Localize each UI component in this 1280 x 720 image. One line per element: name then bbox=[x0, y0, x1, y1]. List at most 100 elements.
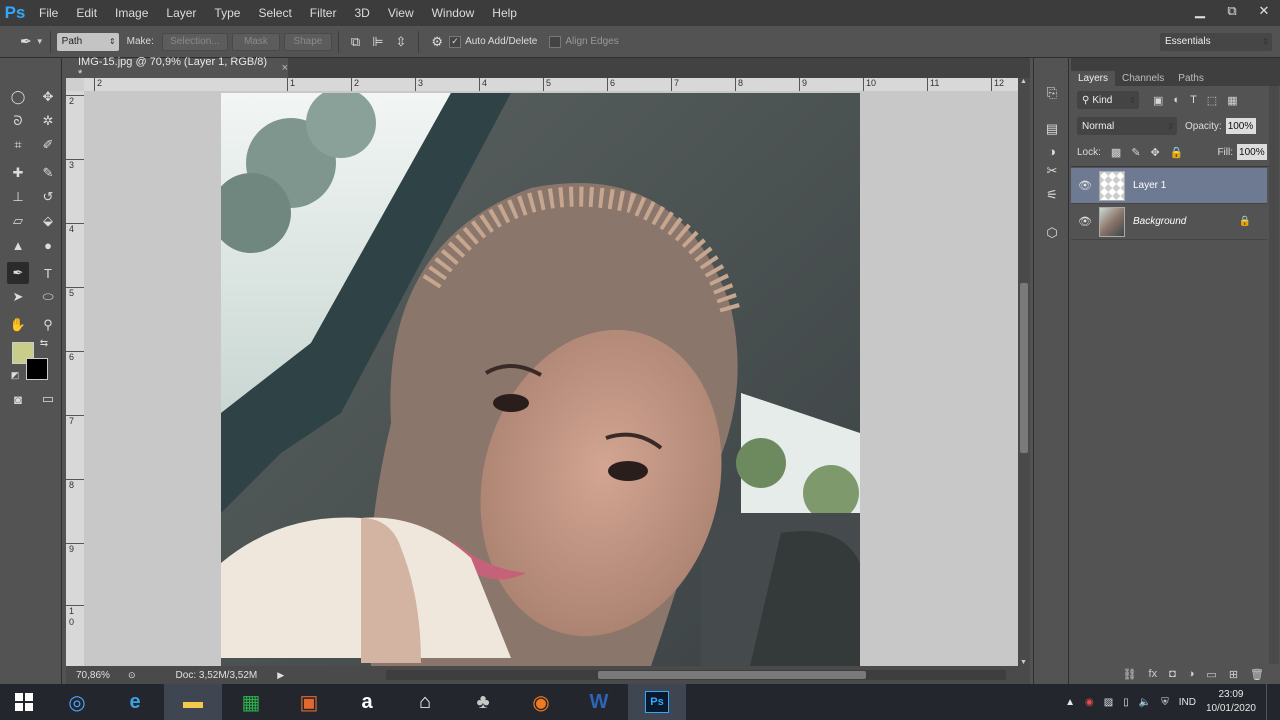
close-window-button[interactable]: ✕ bbox=[1248, 0, 1280, 22]
taskbar-internet-explorer-icon[interactable]: e bbox=[106, 684, 164, 720]
taskbar-firefox-icon[interactable]: ◉ bbox=[512, 684, 570, 720]
layer-row-background[interactable]: 👁 Background 🔒 bbox=[1071, 204, 1267, 240]
network-icon[interactable]: ▨ bbox=[1104, 697, 1113, 708]
lock-position-icon[interactable]: ✥ bbox=[1151, 146, 1160, 159]
horizontal-scroll-thumb[interactable] bbox=[598, 671, 866, 679]
menu-edit[interactable]: Edit bbox=[67, 6, 106, 20]
auto-add-delete-checkbox[interactable]: ✓ bbox=[449, 35, 462, 48]
filter-smart-object-icon[interactable]: ▦ bbox=[1227, 94, 1237, 107]
menu-image[interactable]: Image bbox=[106, 6, 157, 20]
adjustments-panel-icon[interactable]: ◑ bbox=[1041, 140, 1063, 162]
delete-layer-icon[interactable]: 🗑 bbox=[1250, 668, 1264, 681]
background-color-swatch[interactable] bbox=[26, 358, 48, 380]
visibility-eye-icon[interactable]: 👁 bbox=[1071, 215, 1099, 228]
path-alignment-icon[interactable]: ⊫ bbox=[372, 34, 383, 50]
menu-select[interactable]: Select bbox=[249, 6, 300, 20]
taskbar-home-icon[interactable]: ⌂ bbox=[396, 684, 454, 720]
filter-type-icon[interactable]: T bbox=[1190, 94, 1197, 106]
tab-channels[interactable]: Channels bbox=[1115, 71, 1171, 86]
clone-source-panel-icon[interactable]: ⚟ bbox=[1041, 184, 1063, 206]
marquee-tool-icon[interactable]: ◯ bbox=[7, 86, 29, 108]
document-tab[interactable]: IMG-15.jpg @ 70,9% (Layer 1, RGB/8) * × bbox=[66, 56, 288, 80]
new-layer-icon[interactable]: ⊞ bbox=[1229, 668, 1238, 681]
type-tool-icon[interactable]: T bbox=[37, 262, 59, 284]
menu-help[interactable]: Help bbox=[483, 6, 526, 20]
vertical-scrollbar[interactable]: ▲ ▼ bbox=[1018, 78, 1030, 666]
layers-scrollbar[interactable] bbox=[1269, 86, 1279, 664]
layer-style-icon[interactable]: fx bbox=[1149, 668, 1158, 680]
taskbar-powerpoint-icon[interactable]: ▣ bbox=[280, 684, 338, 720]
menu-filter[interactable]: Filter bbox=[301, 6, 346, 20]
taskbar-word-icon[interactable]: W bbox=[570, 684, 628, 720]
workspace-select[interactable]: Essentials bbox=[1160, 32, 1272, 51]
taskbar-photoshop-icon[interactable]: Ps bbox=[628, 684, 686, 720]
notifications-icon[interactable] bbox=[1266, 684, 1270, 720]
tab-layers[interactable]: Layers bbox=[1071, 71, 1116, 86]
filter-shape-icon[interactable]: ⬚ bbox=[1207, 94, 1217, 107]
eraser-tool-icon[interactable]: ▱ bbox=[7, 210, 29, 232]
layer-filter-select[interactable]: ⚲ Kind bbox=[1077, 91, 1139, 109]
export-icon[interactable]: ⊙ bbox=[128, 670, 136, 681]
history-brush-tool-icon[interactable]: ↺ bbox=[37, 186, 59, 208]
hand-tool-icon[interactable]: ✋ bbox=[7, 314, 29, 336]
zoom-level[interactable]: 70,86% bbox=[76, 670, 124, 681]
canvas-area[interactable] bbox=[84, 91, 1018, 666]
swap-colors-icon[interactable]: ⇆ bbox=[37, 336, 51, 350]
magic-wand-tool-icon[interactable]: ✲ bbox=[37, 110, 59, 132]
clone-stamp-tool-icon[interactable]: ⊥ bbox=[7, 186, 29, 208]
blend-mode-select[interactable]: Normal bbox=[1077, 117, 1177, 135]
vertical-scroll-thumb[interactable] bbox=[1020, 283, 1028, 453]
quick-mask-icon[interactable]: ◙ bbox=[7, 388, 29, 410]
taskbar-game-icon[interactable]: ♣ bbox=[454, 684, 512, 720]
filter-adjustment-icon[interactable]: ◐ bbox=[1173, 94, 1180, 106]
path-selection-tool-icon[interactable]: ➤ bbox=[7, 286, 29, 308]
horizontal-scrollbar[interactable] bbox=[386, 670, 1006, 680]
filter-pixel-icon[interactable]: ▣ bbox=[1153, 94, 1163, 107]
lock-image-icon[interactable]: ✎ bbox=[1131, 146, 1140, 159]
path-arrangement-icon[interactable]: ⇳ bbox=[396, 34, 407, 50]
scroll-down-arrow-icon[interactable]: ▼ bbox=[1020, 659, 1027, 666]
ellipse-tool-icon[interactable]: ⬭ bbox=[37, 286, 59, 308]
scroll-up-arrow-icon[interactable]: ▲ bbox=[1020, 78, 1027, 85]
make-selection-button[interactable]: Selection... bbox=[161, 32, 228, 51]
taskbar-amazon-icon[interactable]: a bbox=[338, 684, 396, 720]
restore-button[interactable]: ⧉ bbox=[1216, 0, 1248, 22]
layer-name[interactable]: Background bbox=[1133, 216, 1186, 227]
menu-layer[interactable]: Layer bbox=[157, 6, 205, 20]
pen-tool-icon[interactable]: ✒ bbox=[7, 262, 29, 284]
taskbar-media-player-icon[interactable]: ◎ bbox=[48, 684, 106, 720]
brush-tool-icon[interactable]: ✎ bbox=[37, 162, 59, 184]
history-panel-icon[interactable]: ⎘ bbox=[1041, 82, 1063, 104]
path-operations-icon[interactable]: ⧉ bbox=[351, 34, 360, 50]
zoom-tool-icon[interactable]: ⚲ bbox=[37, 314, 59, 336]
lasso-tool-icon[interactable]: ᘐ bbox=[7, 110, 29, 132]
make-mask-button[interactable]: Mask bbox=[231, 32, 280, 51]
tray-app-icon[interactable]: ◉ bbox=[1085, 697, 1094, 708]
battery-icon[interactable]: ▯ bbox=[1123, 697, 1129, 708]
visibility-eye-icon[interactable]: 👁 bbox=[1071, 179, 1099, 192]
security-icon[interactable]: ⛨ bbox=[1161, 697, 1169, 708]
volume-icon[interactable]: 🔈 bbox=[1139, 697, 1151, 708]
menu-view[interactable]: View bbox=[379, 6, 423, 20]
link-layers-icon[interactable]: ⛓ bbox=[1123, 668, 1137, 681]
dodge-tool-icon[interactable]: ● bbox=[37, 234, 59, 256]
pen-tool-preset-icon[interactable]: ✒ bbox=[20, 33, 32, 50]
move-tool-icon[interactable]: ✥ bbox=[37, 86, 59, 108]
eyedropper-tool-icon[interactable]: ✐ bbox=[37, 134, 59, 156]
lock-transparent-icon[interactable]: ▩ bbox=[1111, 146, 1121, 159]
taskbar-file-explorer-icon[interactable]: ▬ bbox=[164, 684, 222, 720]
document-image[interactable] bbox=[221, 93, 860, 666]
fill-input[interactable]: 100% bbox=[1237, 144, 1268, 160]
clock[interactable]: 23:09 10/01/2020 bbox=[1206, 688, 1256, 716]
menu-file[interactable]: File bbox=[30, 6, 67, 20]
add-mask-icon[interactable]: ◘ bbox=[1169, 668, 1176, 680]
screen-mode-icon[interactable]: ▭ bbox=[37, 388, 59, 410]
tab-paths[interactable]: Paths bbox=[1171, 71, 1211, 86]
make-shape-button[interactable]: Shape bbox=[283, 32, 332, 51]
status-menu-arrow-icon[interactable]: ▶ bbox=[277, 670, 284, 681]
pen-mode-select[interactable]: Path bbox=[56, 32, 119, 51]
close-document-icon[interactable]: × bbox=[282, 62, 288, 74]
paint-bucket-tool-icon[interactable]: ⬙ bbox=[37, 210, 59, 232]
3d-panel-icon[interactable]: ⬡ bbox=[1041, 222, 1063, 244]
new-group-icon[interactable]: ▭ bbox=[1206, 668, 1216, 681]
